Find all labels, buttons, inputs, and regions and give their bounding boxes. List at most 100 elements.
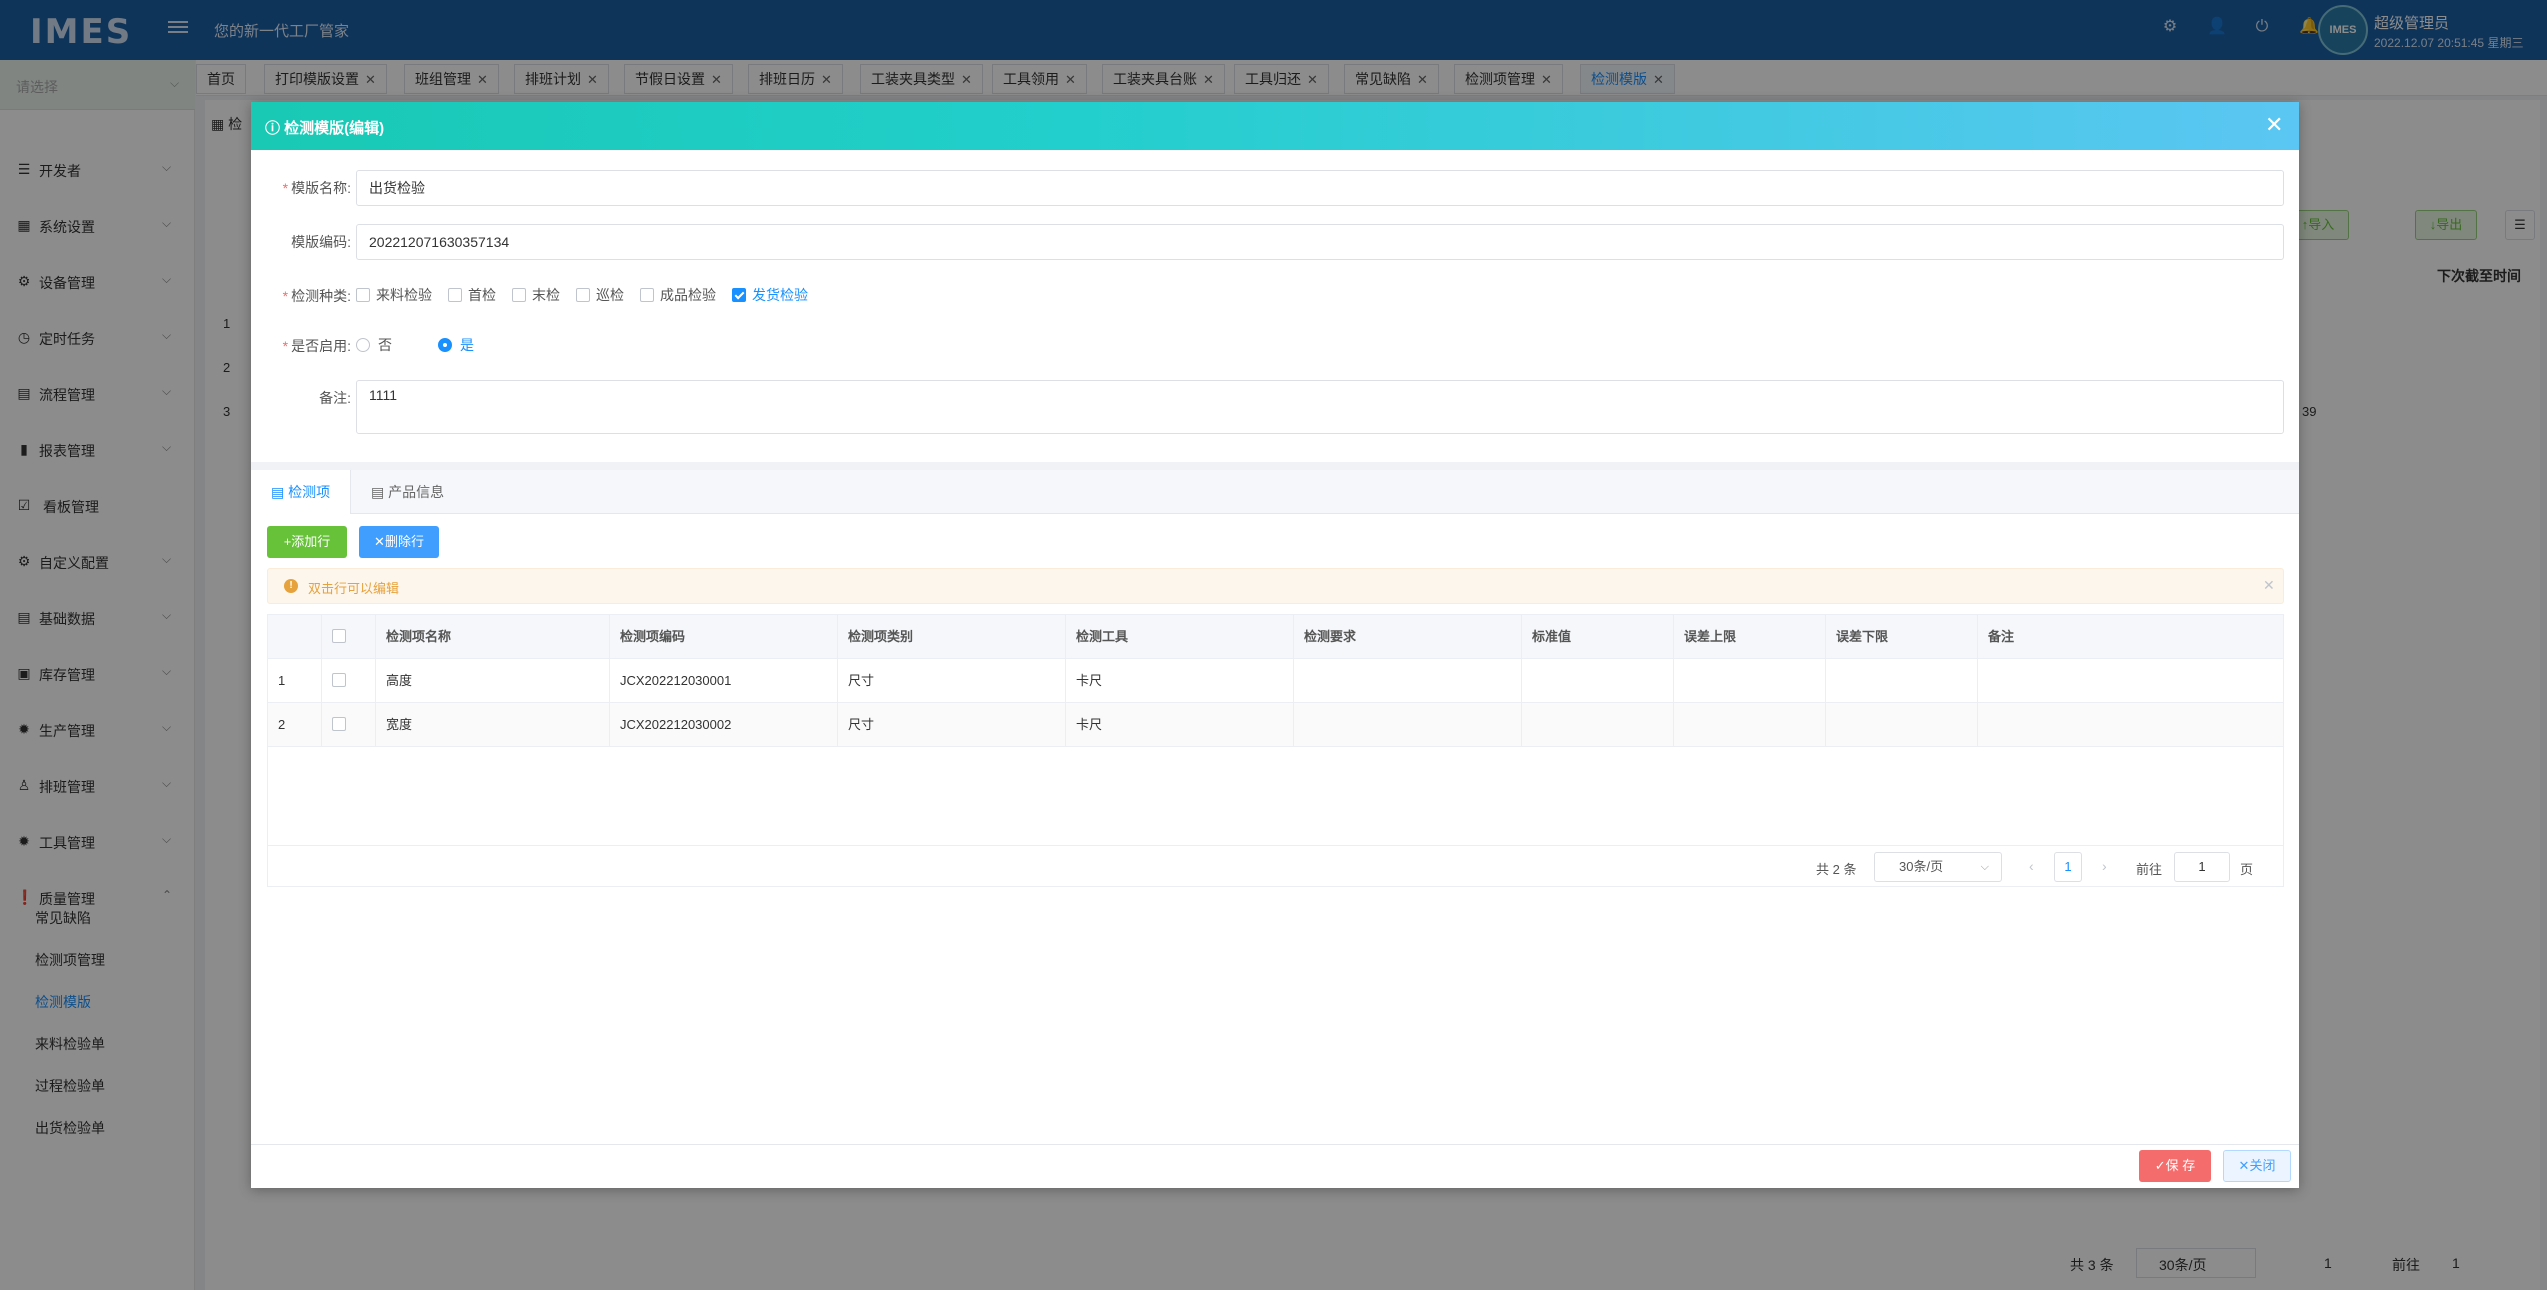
template-code-label: 模版编码: [291, 234, 351, 250]
checkbox[interactable] [356, 288, 370, 302]
close-icon[interactable]: ✕ [2263, 577, 2275, 594]
edit-template-dialog: ⓘ 检测模版(编辑) ✕ * 模版名称: 出货检验 模版编码: 202212071… [251, 102, 2299, 1188]
header-standard: 标准值 [1522, 615, 1674, 659]
pager-total: 共 2 条 [1816, 862, 1857, 877]
cell-tool[interactable]: 卡尺 [1066, 659, 1294, 703]
page-unit-label: 页 [2240, 862, 2254, 877]
delete-row-button[interactable]: ✕删除行 [359, 526, 439, 558]
enabled-yes-radio[interactable]: 是 [438, 335, 474, 355]
enabled-no-radio[interactable]: 否 [356, 335, 392, 355]
cell-tool[interactable]: 卡尺 [1066, 703, 1294, 747]
next-page-icon[interactable]: › [2102, 858, 2107, 874]
type-product-checkbox[interactable]: 成品检验 [640, 285, 716, 305]
row-index: 2 [268, 703, 322, 747]
cell-lower[interactable] [1826, 703, 1978, 747]
header-remark: 备注 [1988, 629, 2015, 644]
add-row-label: 添加行 [291, 534, 331, 549]
cell-type[interactable]: 尺寸 [838, 659, 1066, 703]
cell-name[interactable]: 高度 [376, 659, 610, 703]
save-label: 保 存 [2165, 1158, 2196, 1173]
radio-label: 否 [378, 337, 392, 353]
cell-standard[interactable] [1522, 703, 1674, 747]
type-last-checkbox[interactable]: 末检 [512, 285, 560, 305]
cell-code[interactable]: JCX202212030001 [610, 659, 838, 703]
label-text: 是否启用: [291, 338, 351, 354]
template-name-input[interactable]: 出货检验 [356, 170, 2284, 206]
enabled-label: * 是否启用: [282, 338, 351, 354]
close-icon[interactable]: ✕ [2265, 114, 2283, 136]
header-tool: 检测工具 [1066, 615, 1294, 659]
header-upper: 误差上限 [1674, 615, 1826, 659]
tab-label: 产品信息 [388, 484, 445, 500]
checkbox-label: 成品检验 [660, 287, 716, 303]
label-text: 检测种类: [291, 288, 351, 304]
cell-remark[interactable] [1978, 659, 2283, 703]
cell-upper[interactable] [1674, 659, 1826, 703]
checkbox-label: 首检 [468, 287, 496, 303]
checkbox[interactable] [512, 288, 526, 302]
remark-textarea[interactable]: 1111 [356, 380, 2284, 434]
type-patrol-checkbox[interactable]: 巡检 [576, 285, 624, 305]
calendar-icon: ▤ [271, 484, 285, 500]
row-select[interactable] [322, 703, 376, 747]
radio[interactable] [356, 338, 370, 352]
checkbox[interactable] [332, 717, 346, 731]
checkbox-label: 末检 [532, 287, 560, 303]
table-header-row: 检测项名称 检测项编码 检测项类别 检测工具 检测要求 标准值 误差上限 误差下… [268, 615, 2283, 659]
tab-label: 检测项 [288, 484, 331, 500]
edit-hint-alert: ! 双击行可以编辑 ✕ [267, 568, 2284, 604]
cell-requirement[interactable] [1294, 703, 1522, 747]
pager-divider [268, 845, 2283, 846]
header-name: 检测项名称 [376, 615, 610, 659]
dialog-footer-divider [251, 1144, 2299, 1145]
cell-code[interactable]: JCX202212030002 [610, 703, 838, 747]
header-lower: 误差下限 [1826, 615, 1978, 659]
radio-label: 是 [460, 337, 474, 353]
check-types-group: 来料检验 首检 末检 巡检 成品检验 发货检验 [356, 285, 818, 305]
checkbox[interactable] [332, 673, 346, 687]
tab-product-info[interactable]: ▤ 产品信息 [351, 470, 464, 514]
cell-lower[interactable] [1826, 659, 1978, 703]
table-row[interactable]: 2 宽度 JCX202212030002 尺寸 卡尺 [268, 703, 2283, 747]
section-divider [251, 462, 2299, 470]
type-shipping-checkbox[interactable]: 发货检验 [732, 285, 808, 305]
checkbox[interactable] [448, 288, 462, 302]
dialog-title: ⓘ 检测模版(编辑) [265, 120, 385, 137]
template-name-label: * 模版名称: [282, 180, 351, 196]
chevron-down-icon: ⌵ [1980, 861, 1989, 873]
table-row[interactable]: 1 高度 JCX202212030001 尺寸 卡尺 [268, 659, 2283, 703]
page-number-1[interactable]: 1 [2054, 852, 2082, 882]
checkbox-checked[interactable] [732, 288, 746, 302]
page-size-label: 30条/页 [1899, 859, 1944, 874]
warning-icon: ! [284, 579, 298, 593]
cell-standard[interactable] [1522, 659, 1674, 703]
add-row-button[interactable]: +添加行 [267, 526, 347, 558]
row-select[interactable] [322, 659, 376, 703]
cell-upper[interactable] [1674, 703, 1826, 747]
checkbox-label: 巡检 [596, 287, 624, 303]
label-text: 模版名称: [291, 180, 351, 196]
checkbox[interactable] [332, 629, 346, 643]
cell-remark[interactable] [1978, 703, 2283, 747]
tab-check-items[interactable]: ▤ 检测项 [251, 470, 352, 514]
remark-label: 备注: [319, 390, 351, 406]
template-code-input[interactable]: 202212071630357134 [356, 224, 2284, 260]
header-requirement: 检测要求 [1294, 615, 1522, 659]
checkbox[interactable] [640, 288, 654, 302]
type-incoming-checkbox[interactable]: 来料检验 [356, 285, 432, 305]
page-size-select[interactable]: 30条/页 ⌵ [1874, 852, 2002, 882]
goto-page-input[interactable]: 1 [2174, 852, 2230, 882]
goto-label: 前往 [2136, 862, 2163, 877]
checkbox[interactable] [576, 288, 590, 302]
checkbox-label: 发货检验 [752, 287, 808, 303]
radio-checked[interactable] [438, 338, 452, 352]
prev-page-icon[interactable]: ‹ [2029, 858, 2034, 874]
close-button[interactable]: ✕关闭 [2223, 1150, 2291, 1182]
cell-name[interactable]: 宽度 [376, 703, 610, 747]
check-items-table: 检测项名称 检测项编码 检测项类别 检测工具 检测要求 标准值 误差上限 误差下… [267, 614, 2284, 887]
cell-type[interactable]: 尺寸 [838, 703, 1066, 747]
header-select-all[interactable] [322, 615, 376, 659]
type-first-checkbox[interactable]: 首检 [448, 285, 496, 305]
save-button[interactable]: ✓保 存 [2139, 1150, 2211, 1182]
cell-requirement[interactable] [1294, 659, 1522, 703]
